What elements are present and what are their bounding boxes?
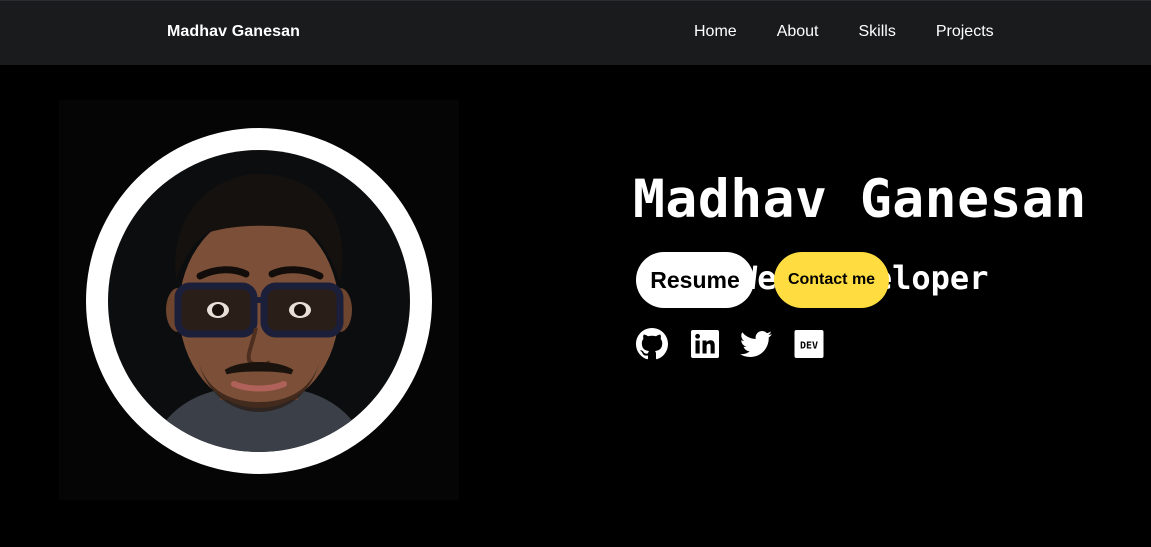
twitter-icon xyxy=(740,331,772,357)
github-icon xyxy=(636,328,668,360)
nav-link-home[interactable]: Home xyxy=(694,23,737,41)
hero-text-block: Madhav Ganesan Web Developer xyxy=(633,169,1113,297)
contact-button[interactable]: Contact me xyxy=(774,252,889,308)
nav-link-skills[interactable]: Skills xyxy=(859,23,896,41)
nav-link-projects[interactable]: Projects xyxy=(936,23,994,41)
profile-photo-panel xyxy=(59,100,459,500)
resume-button[interactable]: Resume xyxy=(636,252,754,308)
github-link[interactable] xyxy=(636,328,668,360)
twitter-link[interactable] xyxy=(740,328,772,360)
hero-name: Madhav Ganesan xyxy=(633,169,1087,230)
brand-link[interactable]: Madhav Ganesan xyxy=(167,23,300,41)
hero-section: Madhav Ganesan Web Developer xyxy=(0,65,1151,547)
dev-link[interactable]: DEV xyxy=(793,328,825,360)
avatar-ring xyxy=(86,128,432,474)
nav-link-about[interactable]: About xyxy=(777,23,819,41)
profile-portrait xyxy=(148,173,370,452)
profile-avatar xyxy=(108,150,410,452)
top-navbar: Madhav Ganesan Home About Skills Project… xyxy=(0,0,1151,65)
dev-glyph: DEV xyxy=(800,341,818,352)
linkedin-link[interactable] xyxy=(689,328,721,360)
dev-icon: DEV xyxy=(794,330,824,358)
nav-links: Home About Skills Projects xyxy=(694,23,1034,41)
linkedin-icon xyxy=(691,330,719,358)
